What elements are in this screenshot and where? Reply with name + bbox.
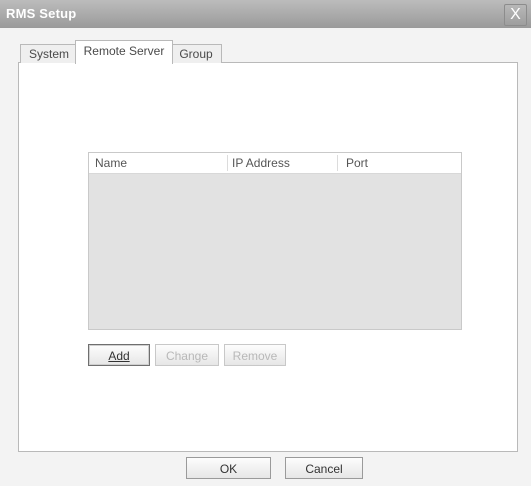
remove-button-label: Remove [232, 349, 278, 363]
window-title: RMS Setup [6, 6, 77, 21]
server-list[interactable]: Name IP Address Port [88, 152, 462, 330]
tab-remote-server-label: Remote Server [83, 44, 165, 58]
cancel-button-label: Cancel [305, 462, 343, 476]
tab-system[interactable]: System [20, 44, 78, 63]
close-icon[interactable]: X [504, 4, 527, 26]
rms-setup-dialog: RMS Setup X Name IP Address Port Add Cha… [0, 0, 531, 486]
column-header-name[interactable]: Name [95, 156, 127, 170]
ok-button[interactable]: OK [186, 457, 271, 479]
tab-group[interactable]: Group [170, 44, 222, 63]
add-button-label: Add [108, 349, 130, 363]
cancel-button[interactable]: Cancel [285, 457, 363, 479]
add-button[interactable]: Add [88, 344, 150, 366]
ok-button-label: OK [219, 462, 238, 476]
server-list-header: Name IP Address Port [89, 153, 461, 174]
change-button-label: Change [165, 349, 209, 363]
tab-remote-server[interactable]: Remote Server [75, 40, 173, 64]
change-button[interactable]: Change [155, 344, 219, 366]
column-header-port[interactable]: Port [346, 156, 368, 170]
tab-system-label: System [28, 47, 69, 61]
tab-group-label: Group [179, 47, 213, 61]
title-bar[interactable]: RMS Setup X [0, 0, 531, 28]
remove-button[interactable]: Remove [224, 344, 286, 366]
column-header-ip-address[interactable]: IP Address [232, 156, 290, 170]
column-divider[interactable] [227, 155, 228, 171]
tab-panel-remote-server: Name IP Address Port Add Change Remove [18, 62, 518, 452]
column-divider[interactable] [337, 155, 338, 171]
